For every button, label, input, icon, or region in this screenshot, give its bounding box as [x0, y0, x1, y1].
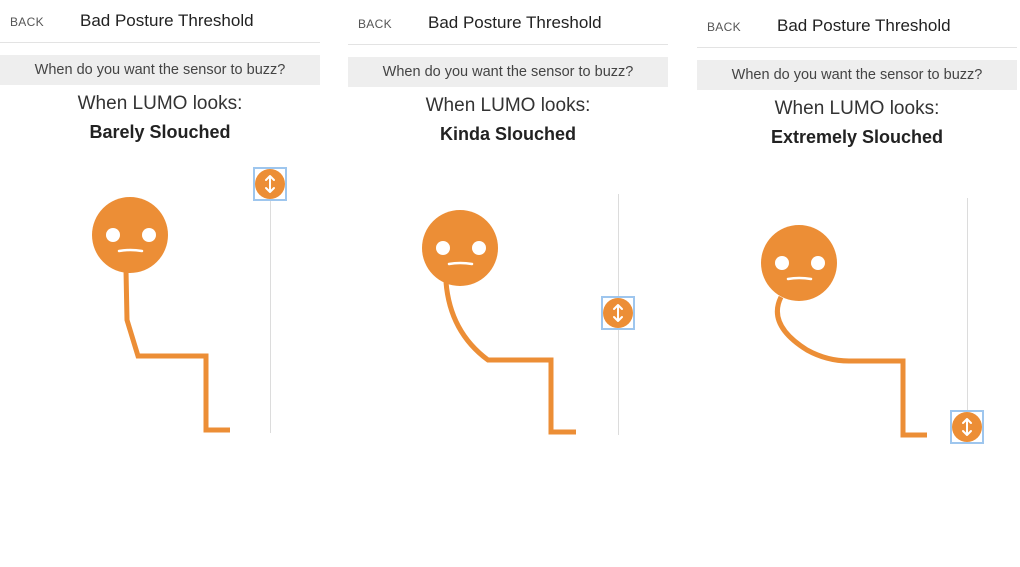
- posture-figure: [92, 197, 230, 433]
- posture-figure: [761, 225, 927, 438]
- slider-track: [967, 198, 968, 436]
- screen-barely-slouched: BACK Bad Posture Threshold When do you w…: [0, 0, 320, 562]
- threshold-slider-handle[interactable]: [950, 410, 984, 444]
- up-down-arrow-icon: [603, 298, 633, 328]
- slider-track: [270, 190, 271, 433]
- posture-figure: [422, 210, 576, 435]
- up-down-arrow-icon: [952, 412, 982, 442]
- screen-kinda-slouched: BACK Bad Posture Threshold When do you w…: [348, 2, 668, 564]
- threshold-slider-handle[interactable]: [253, 167, 287, 201]
- up-down-arrow-icon: [255, 169, 285, 199]
- screen-extremely-slouched: BACK Bad Posture Threshold When do you w…: [697, 5, 1017, 567]
- threshold-slider-handle[interactable]: [601, 296, 635, 330]
